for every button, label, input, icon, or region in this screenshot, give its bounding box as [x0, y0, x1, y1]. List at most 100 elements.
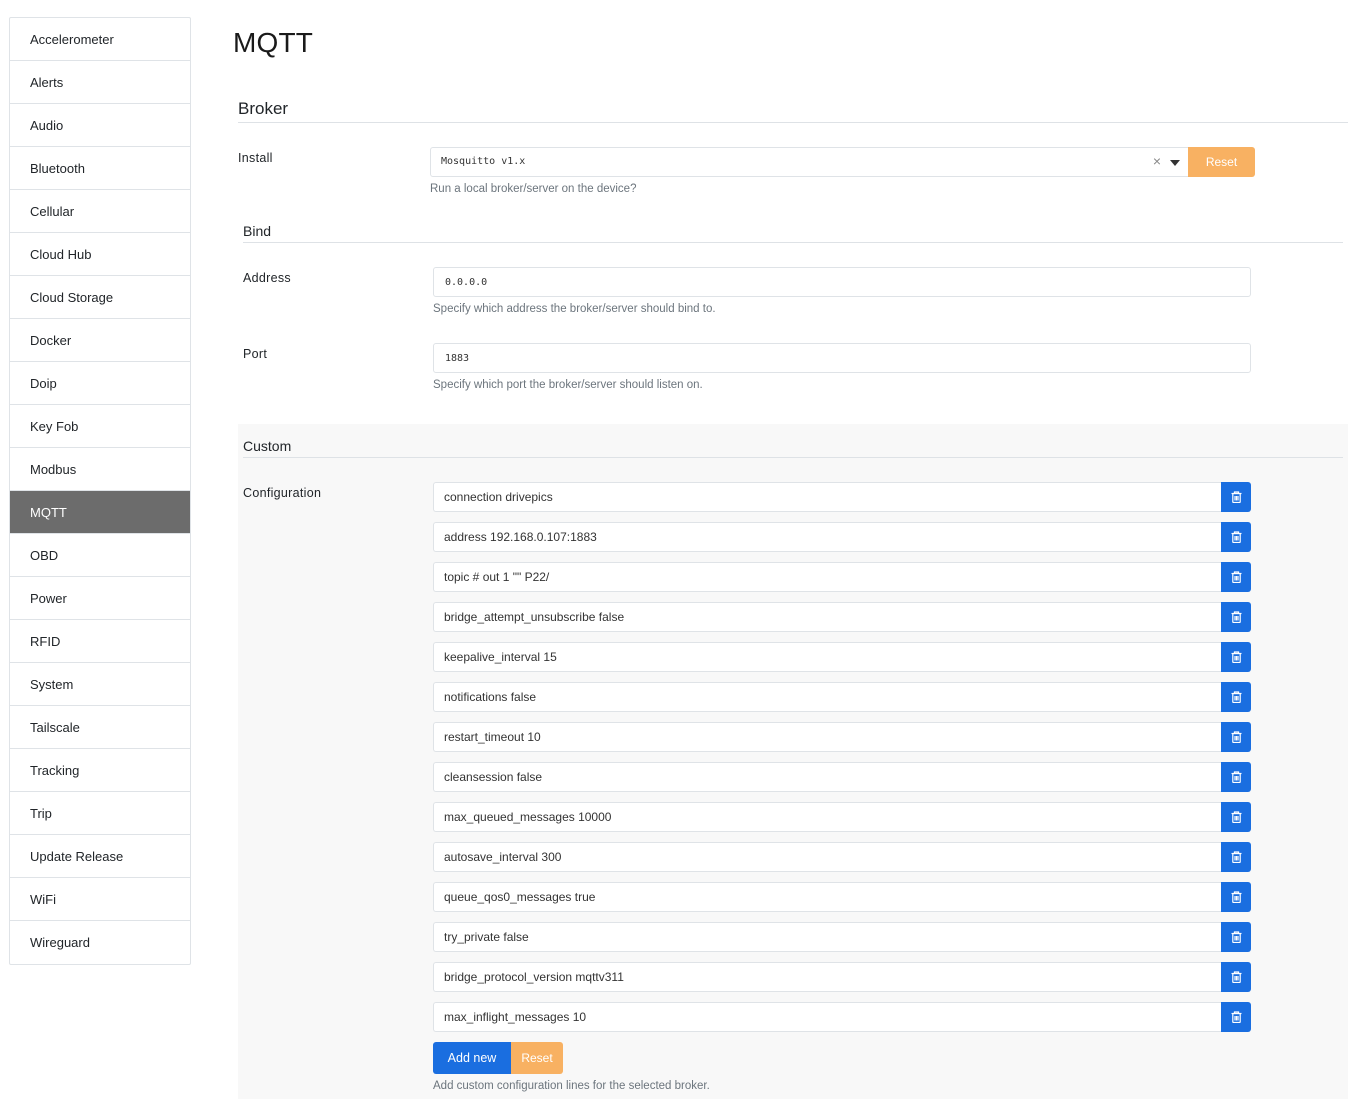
sidebar-item-cloud-storage[interactable]: Cloud Storage — [10, 276, 190, 319]
delete-line-button[interactable] — [1221, 562, 1251, 592]
sidebar-item-mqtt[interactable]: MQTT — [10, 491, 190, 534]
sidebar-item-tracking[interactable]: Tracking — [10, 749, 190, 792]
custom-heading: Custom — [243, 438, 292, 454]
port-label: Port — [243, 347, 268, 361]
configuration-row: cleansession false — [433, 762, 1251, 792]
configuration-row: notifications false — [433, 682, 1251, 712]
trash-icon — [1231, 651, 1242, 663]
address-input[interactable]: 0.0.0.0 — [433, 267, 1251, 297]
sidebar-item-obd[interactable]: OBD — [10, 534, 190, 577]
delete-line-button[interactable] — [1221, 482, 1251, 512]
configuration-reset-button[interactable]: Reset — [511, 1042, 563, 1074]
delete-line-button[interactable] — [1221, 722, 1251, 752]
configuration-row: bridge_attempt_unsubscribe false — [433, 602, 1251, 632]
bind-heading: Bind — [243, 223, 272, 239]
configuration-line-input[interactable]: keepalive_interval 15 — [433, 642, 1222, 672]
sidebar-item-key-fob[interactable]: Key Fob — [10, 405, 190, 448]
bind-divider — [243, 242, 1343, 243]
sidebar-item-power[interactable]: Power — [10, 577, 190, 620]
configuration-line-input[interactable]: bridge_protocol_version mqttv311 — [433, 962, 1222, 992]
configuration-line-input[interactable]: max_queued_messages 10000 — [433, 802, 1222, 832]
delete-line-button[interactable] — [1221, 642, 1251, 672]
custom-divider — [243, 457, 1343, 458]
chevron-down-icon[interactable] — [1170, 160, 1180, 166]
configuration-row: bridge_protocol_version mqttv311 — [433, 962, 1251, 992]
delete-line-button[interactable] — [1221, 1002, 1251, 1032]
trash-icon — [1231, 491, 1242, 503]
broker-divider — [238, 122, 1348, 123]
sidebar-item-wireguard[interactable]: Wireguard — [10, 921, 190, 964]
sidebar-item-accelerometer[interactable]: Accelerometer — [10, 18, 190, 61]
sidebar-item-wifi[interactable]: WiFi — [10, 878, 190, 921]
configuration-row: queue_qos0_messages true — [433, 882, 1251, 912]
trash-icon — [1231, 571, 1242, 583]
address-label: Address — [243, 271, 291, 285]
port-input[interactable]: 1883 — [433, 343, 1251, 373]
install-label: Install — [238, 151, 273, 165]
configuration-row: max_queued_messages 10000 — [433, 802, 1251, 832]
address-help: Specify which address the broker/server … — [433, 303, 716, 315]
trash-icon — [1231, 771, 1242, 783]
trash-icon — [1231, 811, 1242, 823]
sidebar-item-modbus[interactable]: Modbus — [10, 448, 190, 491]
broker-heading: Broker — [238, 99, 289, 118]
trash-icon — [1231, 931, 1242, 943]
settings-sidebar: Accelerometer Alerts Audio Bluetooth Cellula… — [9, 17, 191, 965]
trash-icon — [1231, 691, 1242, 703]
configuration-line-input[interactable]: address 192.168.0.107:1883 — [433, 522, 1222, 552]
port-help: Specify which port the broker/server sho… — [433, 379, 703, 391]
delete-line-button[interactable] — [1221, 962, 1251, 992]
sidebar-item-alerts[interactable]: Alerts — [10, 61, 190, 104]
delete-line-button[interactable] — [1221, 762, 1251, 792]
configuration-row: topic # out 1 "" P22/ — [433, 562, 1251, 592]
delete-line-button[interactable] — [1221, 882, 1251, 912]
sidebar-item-cloud-hub[interactable]: Cloud Hub — [10, 233, 190, 276]
configuration-help: Add custom configuration lines for the s… — [433, 1080, 710, 1092]
delete-line-button[interactable] — [1221, 682, 1251, 712]
install-reset-button[interactable]: Reset — [1188, 147, 1255, 177]
sidebar-item-docker[interactable]: Docker — [10, 319, 190, 362]
clear-icon[interactable]: × — [1153, 153, 1161, 169]
configuration-line-input[interactable]: autosave_interval 300 — [433, 842, 1222, 872]
trash-icon — [1231, 851, 1242, 863]
sidebar-item-trip[interactable]: Trip — [10, 792, 190, 835]
configuration-row: address 192.168.0.107:1883 — [433, 522, 1251, 552]
configuration-line-input[interactable]: notifications false — [433, 682, 1222, 712]
configuration-line-input[interactable]: queue_qos0_messages true — [433, 882, 1222, 912]
sidebar-item-tailscale[interactable]: Tailscale — [10, 706, 190, 749]
sidebar-item-rfid[interactable]: RFID — [10, 620, 190, 663]
configuration-line-input[interactable]: connection drivepics — [433, 482, 1222, 512]
configuration-line-input[interactable]: restart_timeout 10 — [433, 722, 1222, 752]
sidebar-item-doip[interactable]: Doip — [10, 362, 190, 405]
configuration-line-input[interactable]: try_private false — [433, 922, 1222, 952]
configuration-row: try_private false — [433, 922, 1251, 952]
sidebar-item-bluetooth[interactable]: Bluetooth — [10, 147, 190, 190]
trash-icon — [1231, 731, 1242, 743]
configuration-line-input[interactable]: max_inflight_messages 10 — [433, 1002, 1222, 1032]
configuration-row: keepalive_interval 15 — [433, 642, 1251, 672]
delete-line-button[interactable] — [1221, 522, 1251, 552]
sidebar-item-system[interactable]: System — [10, 663, 190, 706]
trash-icon — [1231, 971, 1242, 983]
configuration-line-input[interactable]: bridge_attempt_unsubscribe false — [433, 602, 1222, 632]
install-select[interactable]: Mosquitto v1.x × — [430, 147, 1189, 177]
trash-icon — [1231, 611, 1242, 623]
delete-line-button[interactable] — [1221, 842, 1251, 872]
configuration-row: autosave_interval 300 — [433, 842, 1251, 872]
configuration-row: max_inflight_messages 10 — [433, 1002, 1251, 1032]
configuration-row: connection drivepics — [433, 482, 1251, 512]
page-title: MQTT — [233, 27, 314, 58]
configuration-label: Configuration — [243, 486, 322, 500]
trash-icon — [1231, 1011, 1242, 1023]
sidebar-item-update-release[interactable]: Update Release — [10, 835, 190, 878]
configuration-row: restart_timeout 10 — [433, 722, 1251, 752]
configuration-line-input[interactable]: cleansession false — [433, 762, 1222, 792]
delete-line-button[interactable] — [1221, 922, 1251, 952]
configuration-line-input[interactable]: topic # out 1 "" P22/ — [433, 562, 1222, 592]
delete-line-button[interactable] — [1221, 602, 1251, 632]
sidebar-item-cellular[interactable]: Cellular — [10, 190, 190, 233]
add-new-button[interactable]: Add new — [433, 1042, 511, 1074]
install-help: Run a local broker/server on the device? — [430, 183, 637, 195]
sidebar-item-audio[interactable]: Audio — [10, 104, 190, 147]
delete-line-button[interactable] — [1221, 802, 1251, 832]
